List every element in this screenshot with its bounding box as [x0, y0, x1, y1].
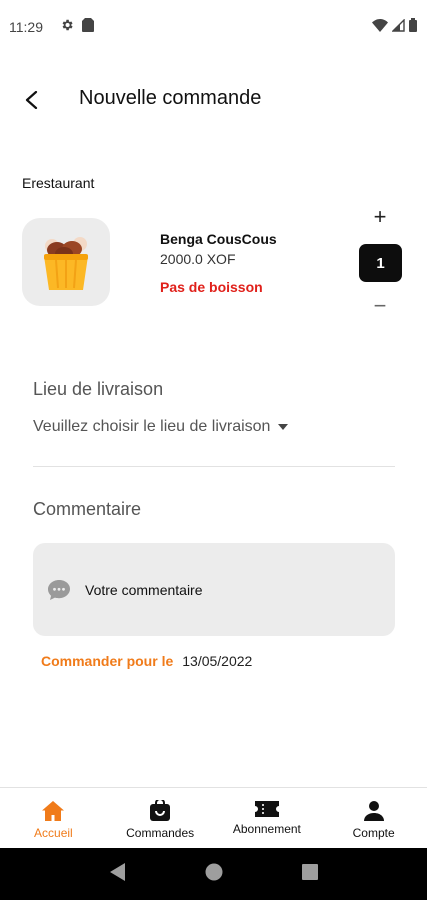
comment-placeholder: Votre commentaire	[85, 581, 203, 598]
delivery-label: Lieu de livraison	[33, 379, 164, 399]
recents-nav-button[interactable]	[301, 863, 318, 885]
circle-home-icon	[205, 863, 223, 880]
order-for-label[interactable]: Commander pour le	[41, 653, 173, 669]
quantity-increase-button[interactable]: +	[368, 204, 392, 230]
back-button[interactable]	[18, 86, 46, 114]
order-date-row: Commander pour le 13/05/2022	[41, 653, 252, 669]
battery-icon	[409, 18, 417, 37]
status-icons-right	[372, 17, 417, 37]
delivery-placeholder: Veuillez choisir le lieu de livraison	[33, 418, 271, 435]
bottom-navigation: Accueil Commandes Abonnement Compte	[0, 787, 427, 848]
dropdown-arrow-icon	[278, 424, 289, 430]
comment-field[interactable]: Votre commentaire	[33, 543, 395, 636]
comment-label: Commentaire	[33, 499, 142, 519]
nav-label-compte: Compte	[352, 826, 395, 840]
app-bar: Nouvelle commande	[0, 70, 427, 128]
system-navigation-bar	[0, 848, 427, 900]
chat-bubble-icon	[48, 579, 70, 600]
signal-icon	[391, 17, 405, 37]
settings-gear-icon	[60, 18, 74, 37]
home-nav-button[interactable]	[205, 863, 223, 886]
status-bar: 11:29	[0, 0, 427, 56]
back-nav-button[interactable]	[109, 862, 127, 887]
wifi-icon	[372, 18, 388, 37]
order-date-value[interactable]: 13/05/2022	[182, 653, 252, 669]
triangle-back-icon	[110, 862, 126, 881]
product-name: Benga CousCous	[160, 231, 277, 247]
nav-item-accueil[interactable]: Accueil	[0, 788, 107, 848]
product-image	[22, 218, 110, 306]
sim-card-icon	[82, 18, 94, 37]
bag-icon	[150, 800, 171, 821]
fried-chicken-bucket-icon	[44, 237, 88, 290]
restaurant-name: Erestaurant	[22, 175, 95, 191]
nav-label-accueil: Accueil	[34, 826, 73, 840]
product-price: 2000.0 XOF	[160, 251, 236, 267]
divider	[33, 466, 395, 467]
person-icon	[363, 801, 384, 821]
square-recents-icon	[301, 863, 318, 880]
quantity-decrease-button[interactable]: −	[368, 293, 392, 319]
nav-item-compte[interactable]: Compte	[320, 788, 427, 848]
home-icon	[42, 801, 65, 821]
product-note: Pas de boisson	[160, 279, 263, 295]
ticket-icon	[254, 801, 279, 817]
quantity-value: 1	[359, 244, 402, 282]
page-title: Nouvelle commande	[79, 87, 262, 109]
nav-item-commandes[interactable]: Commandes	[107, 788, 214, 848]
arrow-back-icon	[25, 91, 38, 109]
status-icons-left	[60, 18, 94, 37]
nav-item-abonnement[interactable]: Abonnement	[214, 788, 321, 848]
status-time: 11:29	[9, 19, 43, 35]
nav-label-abonnement: Abonnement	[232, 822, 301, 836]
nav-label-commandes: Commandes	[126, 826, 195, 840]
delivery-location-dropdown[interactable]: Veuillez choisir le lieu de livraison	[33, 414, 289, 440]
